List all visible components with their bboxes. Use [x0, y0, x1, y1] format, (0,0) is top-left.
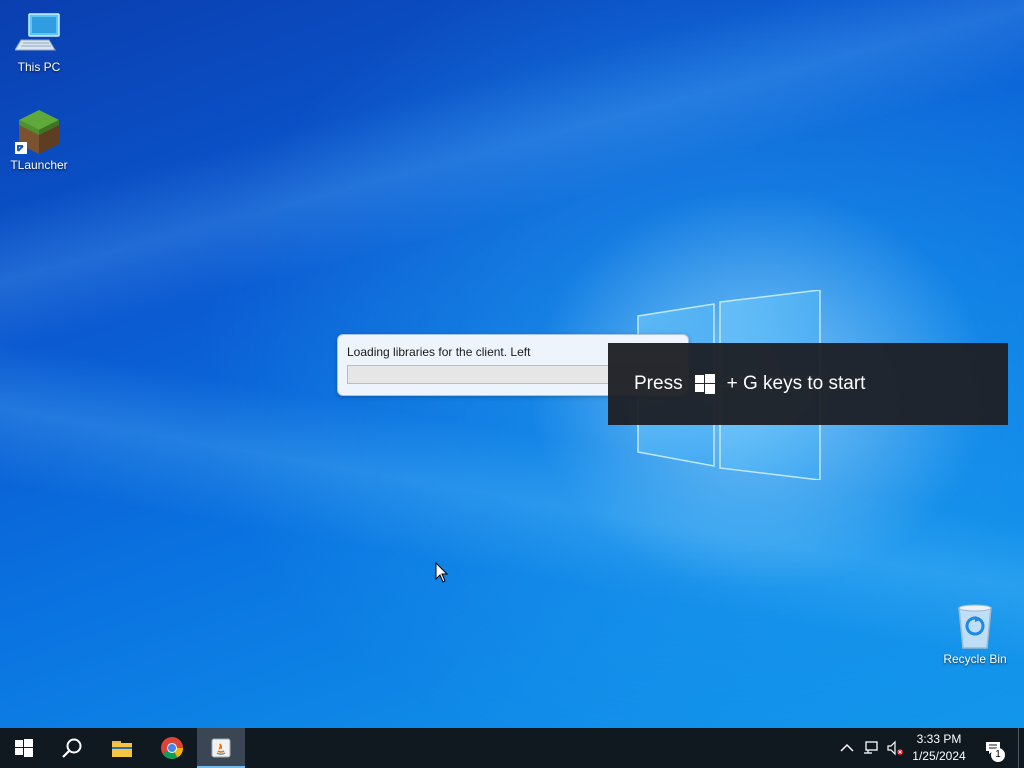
start-button[interactable]	[0, 728, 48, 768]
toast-text-before: Press	[634, 373, 683, 394]
loading-message: Loading libraries for the client. Left	[347, 345, 531, 359]
show-desktop-button[interactable]	[1018, 728, 1024, 768]
search-icon	[62, 738, 82, 758]
desktop-icon-tlauncher[interactable]: TLauncher	[1, 108, 77, 172]
windows-key-icon	[694, 374, 715, 394]
clock-date: 1/25/2024	[912, 749, 966, 763]
network-icon	[864, 741, 878, 754]
chevron-up-icon	[840, 743, 854, 752]
mouse-cursor-icon	[435, 561, 449, 584]
desktop-icon-this-pc[interactable]: This PC	[1, 10, 77, 74]
taskbar-app-file-explorer[interactable]	[98, 728, 146, 768]
game-bar-toast: Press + G keys to start	[608, 343, 1008, 425]
chrome-icon	[161, 737, 183, 759]
desktop-icon-label: TLauncher	[10, 158, 68, 172]
volume-tray-button[interactable]	[884, 728, 906, 768]
windows-start-icon	[15, 739, 33, 757]
file-explorer-icon	[112, 741, 132, 757]
java-icon	[211, 738, 231, 758]
recycle-bin-icon	[951, 602, 999, 650]
taskbar-app-chrome[interactable]	[148, 728, 196, 768]
volume-muted-icon	[887, 740, 903, 756]
show-hidden-icons-button[interactable]	[838, 728, 856, 768]
network-tray-button[interactable]	[860, 728, 882, 768]
action-center-button[interactable]	[980, 728, 1006, 768]
taskbar-app-java[interactable]	[197, 728, 245, 768]
taskbar: 3:33 PM 1/25/2024	[0, 728, 1024, 768]
desktop-icon-label: This PC	[17, 60, 61, 74]
search-button[interactable]	[48, 728, 96, 768]
taskbar-clock[interactable]: 3:33 PM 1/25/2024	[904, 731, 974, 765]
computer-icon	[14, 10, 63, 58]
clock-time: 3:33 PM	[916, 732, 962, 746]
toast-text-after: + G keys to start	[726, 373, 866, 394]
desktop-icon-label: Recycle Bin	[943, 652, 1007, 666]
notification-count-badge: 1	[991, 748, 1005, 762]
minecraft-grass-block-icon	[15, 108, 63, 156]
desktop-icon-recycle-bin[interactable]: Recycle Bin	[937, 602, 1013, 666]
